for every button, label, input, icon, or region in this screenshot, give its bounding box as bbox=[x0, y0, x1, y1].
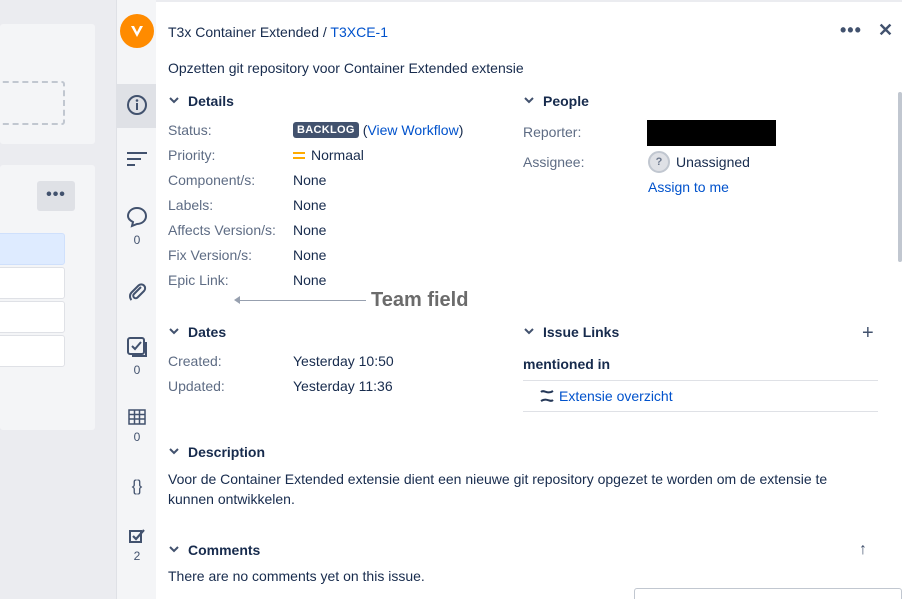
epic-link-label: Epic Link: bbox=[168, 272, 229, 288]
reporter-label: Reporter: bbox=[523, 124, 582, 140]
team-field-annotation: Team field bbox=[371, 289, 469, 311]
chevron-down-icon bbox=[523, 324, 537, 340]
checklist-tab[interactable]: 0 bbox=[117, 336, 157, 377]
assignee-label: Assignee: bbox=[523, 154, 585, 170]
affects-version-label: Affects Version/s: bbox=[168, 222, 276, 238]
components-label: Component/s: bbox=[168, 172, 256, 188]
annotation-arrow-line bbox=[238, 300, 366, 301]
checklist-count: 0 bbox=[133, 363, 141, 377]
more-actions-button[interactable]: ••• bbox=[840, 20, 862, 41]
scrollbar[interactable] bbox=[898, 92, 902, 262]
confluence-icon bbox=[540, 390, 554, 402]
created-label: Created: bbox=[168, 353, 222, 369]
comment-bubble-icon bbox=[126, 206, 148, 228]
issue-summary[interactable]: Opzetten git repository voor Container E… bbox=[168, 60, 524, 76]
status-label: Status: bbox=[168, 122, 212, 138]
table-tab[interactable]: 0 bbox=[117, 409, 157, 444]
divider bbox=[523, 411, 878, 412]
fix-version-label: Fix Version/s: bbox=[168, 247, 253, 263]
close-icon[interactable]: ✕ bbox=[878, 20, 893, 41]
paperclip-icon bbox=[129, 283, 147, 301]
dates-section-toggle[interactable]: Dates bbox=[168, 324, 226, 340]
drop-zone bbox=[0, 81, 65, 125]
status-paren-close: ) bbox=[458, 122, 464, 138]
checkbox-list-icon bbox=[127, 337, 147, 357]
description-heading: Description bbox=[188, 444, 266, 460]
priority-label: Priority: bbox=[168, 147, 216, 163]
dates-heading: Dates bbox=[188, 324, 227, 340]
epic-link-value[interactable]: None bbox=[293, 272, 326, 288]
updated-value: Yesterday 11:36 bbox=[293, 378, 393, 394]
reporter-redacted bbox=[647, 120, 776, 146]
tasks-count: 2 bbox=[133, 549, 141, 563]
details-heading: Details bbox=[188, 93, 234, 109]
comments-tab[interactable]: 0 bbox=[117, 206, 157, 247]
code-tab[interactable]: {} bbox=[117, 478, 157, 496]
details-section-toggle[interactable]: Details bbox=[168, 93, 234, 109]
chevron-down-icon bbox=[168, 444, 182, 460]
priority-medium-icon bbox=[293, 149, 305, 162]
comments-count: 0 bbox=[133, 233, 141, 247]
created-value: Yesterday 10:50 bbox=[293, 353, 394, 369]
background-row-selected[interactable] bbox=[0, 233, 65, 265]
priority-value: Normaal bbox=[311, 147, 364, 163]
info-icon bbox=[127, 95, 147, 115]
details-tab[interactable] bbox=[117, 84, 157, 128]
sort-arrow-up-icon[interactable]: ↑ bbox=[859, 541, 867, 559]
link-relation-heading: mentioned in bbox=[523, 356, 611, 372]
table-grid-icon bbox=[128, 409, 146, 425]
checked-box-icon bbox=[129, 529, 145, 543]
breadcrumb-separator: / bbox=[322, 24, 327, 40]
description-section-toggle[interactable]: Description bbox=[168, 444, 265, 460]
assignee-field[interactable]: ? Unassigned bbox=[648, 151, 750, 173]
chevron-down-icon bbox=[168, 324, 182, 340]
people-heading: People bbox=[543, 93, 589, 109]
background-row[interactable] bbox=[0, 301, 65, 333]
labels-label: Labels: bbox=[168, 197, 214, 213]
divider bbox=[523, 380, 878, 381]
status-field: BACKLOG (View Workflow) bbox=[293, 122, 463, 138]
description-text[interactable]: Voor de Container Extended extensie dien… bbox=[168, 469, 858, 509]
background-row[interactable] bbox=[0, 267, 65, 299]
labels-value[interactable]: None bbox=[293, 197, 326, 213]
chevron-down-icon bbox=[168, 542, 182, 558]
view-workflow-link[interactable]: View Workflow bbox=[367, 122, 458, 138]
comments-heading: Comments bbox=[188, 542, 261, 558]
app-logo-icon[interactable] bbox=[120, 14, 154, 48]
linked-page-title: Extensie overzicht bbox=[559, 388, 673, 404]
project-link[interactable]: T3x Container Extended bbox=[168, 24, 319, 40]
background-row[interactable] bbox=[0, 335, 65, 367]
tasks-tab[interactable]: 2 bbox=[117, 528, 157, 563]
issue-links-section-toggle[interactable]: Issue Links bbox=[523, 324, 619, 340]
add-link-plus-icon[interactable]: + bbox=[862, 322, 874, 345]
no-comments-text: There are no comments yet on this issue. bbox=[168, 568, 425, 584]
attachments-tab[interactable] bbox=[117, 281, 157, 306]
priority-field[interactable]: Normaal bbox=[293, 147, 364, 163]
background-board: ••• bbox=[0, 0, 116, 599]
affects-version-value[interactable]: None bbox=[293, 222, 326, 238]
breadcrumb: T3x Container Extended / T3XCE-1 bbox=[168, 24, 388, 40]
chevron-down-icon bbox=[523, 93, 537, 109]
issue-key-link[interactable]: T3XCE-1 bbox=[330, 24, 388, 40]
people-section-toggle[interactable]: People bbox=[523, 93, 589, 109]
issue-links-heading: Issue Links bbox=[543, 324, 620, 340]
table-count: 0 bbox=[133, 430, 141, 444]
activity-tab[interactable] bbox=[117, 150, 157, 171]
status-badge[interactable]: BACKLOG bbox=[293, 122, 359, 138]
activity-lines-icon bbox=[127, 152, 147, 166]
comments-section-toggle[interactable]: Comments bbox=[168, 542, 260, 558]
more-options-button[interactable]: ••• bbox=[37, 181, 75, 211]
linked-page-link[interactable]: Extensie overzicht bbox=[539, 388, 673, 404]
unassigned-avatar-icon: ? bbox=[648, 151, 670, 173]
curly-braces-icon: {} bbox=[131, 478, 143, 495]
assign-to-me-link[interactable]: Assign to me bbox=[648, 179, 729, 195]
fix-version-value[interactable]: None bbox=[293, 247, 326, 263]
assignee-value: Unassigned bbox=[676, 154, 750, 170]
components-value[interactable]: None bbox=[293, 172, 326, 188]
updated-label: Updated: bbox=[168, 378, 225, 394]
icon-rail: 0 0 0 {} 2 bbox=[116, 0, 157, 599]
comment-input[interactable] bbox=[634, 588, 902, 599]
issue-detail-panel: T3x Container Extended / T3XCE-1 ••• ✕ O… bbox=[156, 0, 902, 599]
chevron-down-icon bbox=[168, 93, 182, 109]
